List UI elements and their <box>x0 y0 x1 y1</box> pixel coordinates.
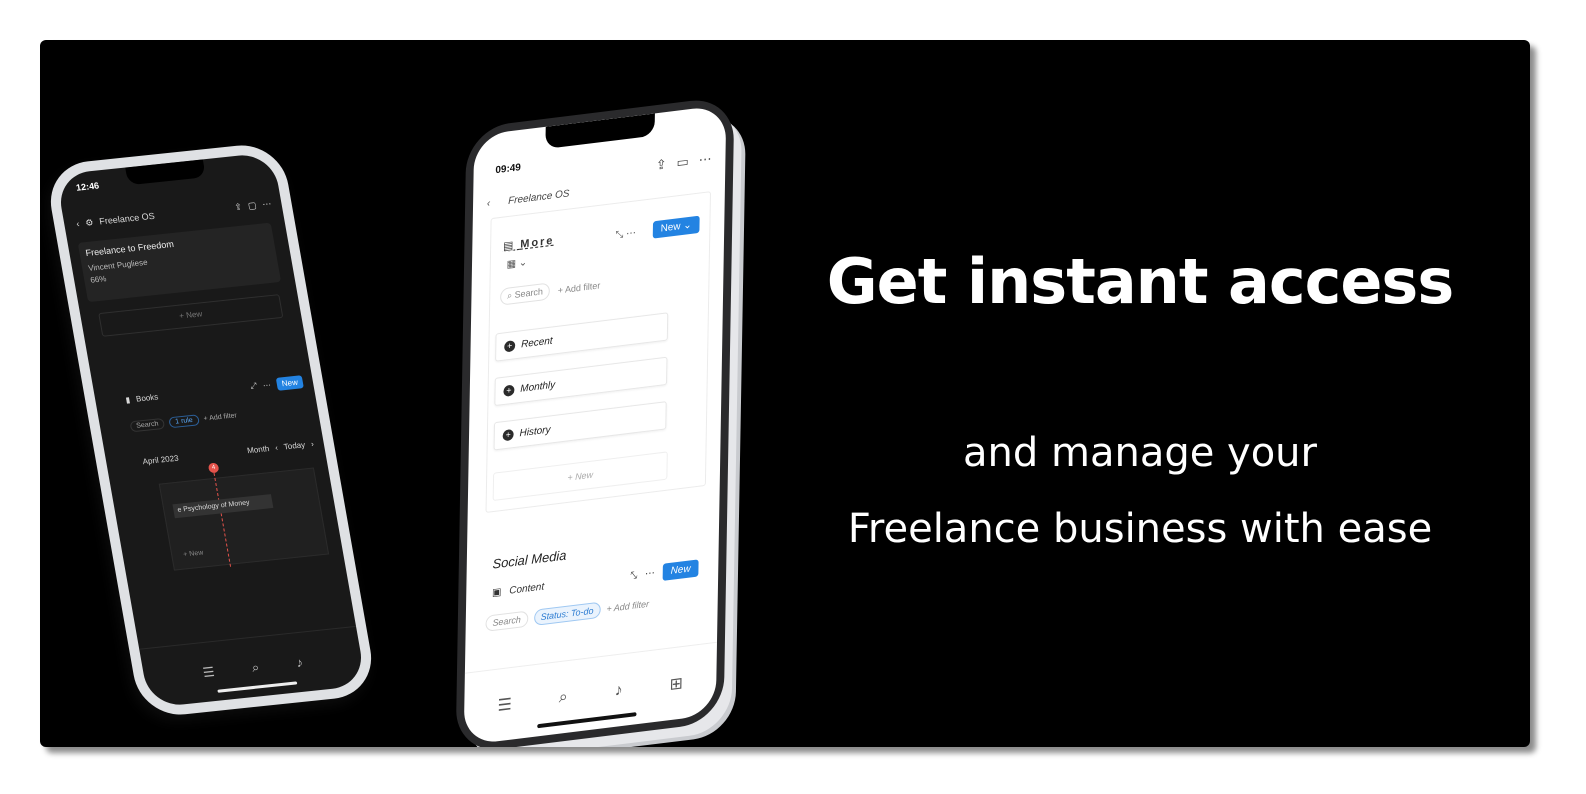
subheadline-line2: Freelance business with ease <box>847 506 1433 552</box>
filter-bar: ⌕ Search + Add filter <box>500 276 601 306</box>
list-item-label: History <box>519 423 551 439</box>
back-icon[interactable]: ‹ <box>487 198 491 210</box>
new-page-icon[interactable]: ⊞ <box>669 673 683 695</box>
add-filter[interactable]: + Add filter <box>558 280 601 295</box>
front-phone: 09:49 ⇪ ▭ ⋯ ‹ Freelance OS ▤ More ⤡ ⋯ Ne… <box>455 95 735 747</box>
back-phone-screen: 12:46 ‹ ⚙ Freelance OS ⇪ ▢ ⋯ Freelance t… <box>55 152 367 708</box>
db-name[interactable]: Content <box>509 581 544 596</box>
new-button[interactable]: New <box>662 559 699 581</box>
expand-icon[interactable]: ⤢ <box>250 381 258 392</box>
add-filter[interactable]: + Add filter <box>606 599 649 614</box>
list-item[interactable]: + Monthly <box>494 356 668 407</box>
status-time: 09:49 <box>495 162 521 177</box>
phone-notch <box>545 113 655 149</box>
tab-bar: ☰ ⌕ ♪ <box>139 625 367 708</box>
more-section: ▤ More ⤡ ⋯ New ⌄ ▦ ⌄ ⌕ Search + Add filt… <box>485 191 711 513</box>
month-switch[interactable]: Month <box>246 444 270 455</box>
view-selector[interactable]: ▦ ⌄ <box>507 257 528 271</box>
filter-bar: Search Status: To-do + Add filter <box>485 596 649 632</box>
calendar-header: April 2023 Month ‹ Today › <box>141 435 315 469</box>
plus-icon: + <box>503 384 515 397</box>
book-card[interactable]: Freelance to Freedom Vincent Pugliese 66… <box>77 222 282 303</box>
page-header: ‹ Freelance OS <box>487 188 570 209</box>
plus-icon: + <box>504 339 516 353</box>
next-icon[interactable]: › <box>310 439 314 448</box>
search-chip[interactable]: Search <box>129 417 166 432</box>
today-marker: 4 <box>207 462 220 474</box>
search-chip[interactable]: Search <box>485 610 528 632</box>
new-item-button[interactable]: + New <box>492 451 668 502</box>
bell-icon[interactable]: ♪ <box>295 655 304 670</box>
more-icon[interactable]: ⋯ <box>626 228 636 240</box>
rule-chip[interactable]: 1 rule <box>168 413 200 428</box>
comment-icon[interactable]: ▭ <box>676 154 688 172</box>
header-actions: ⇪ ▭ ⋯ <box>656 151 712 174</box>
section-tools: ⤡ ⋯ <box>615 228 636 242</box>
expand-icon[interactable]: ⤡ <box>615 229 623 241</box>
expand-icon[interactable]: ⤡ <box>629 570 637 582</box>
headline: Get instant access <box>826 245 1455 318</box>
phone-notch <box>125 159 206 186</box>
table-icon: ▣ <box>491 586 502 599</box>
promo-banner: 12:46 ‹ ⚙ Freelance OS ⇪ ▢ ⋯ Freelance t… <box>40 40 1530 747</box>
search-icon[interactable]: ⌕ <box>559 688 568 707</box>
new-button-label: New <box>660 221 681 235</box>
book-icon: ▮ <box>124 394 131 405</box>
new-button[interactable]: New ⌄ <box>652 215 700 239</box>
db-name[interactable]: Books <box>135 392 159 403</box>
doc-icon: ▤ <box>502 238 521 253</box>
chevron-down-icon: ⌄ <box>518 257 528 270</box>
plus-icon: + <box>502 428 514 441</box>
add-filter[interactable]: + Add filter <box>203 412 237 422</box>
share-icon[interactable]: ⇪ <box>656 156 667 173</box>
more-icon[interactable]: ⋯ <box>699 151 712 169</box>
section-title: ▤ More <box>503 234 555 253</box>
new-item-button[interactable]: + New <box>98 294 284 337</box>
section-title-text: More <box>520 234 555 251</box>
section-heading: Social Media <box>492 547 567 572</box>
list-icon[interactable]: ☰ <box>497 694 512 716</box>
calendar-month: April 2023 <box>141 453 180 466</box>
more-icon[interactable]: ⋯ <box>262 380 272 390</box>
list-item-label: Recent <box>521 334 553 350</box>
back-phone: 12:46 ‹ ⚙ Freelance OS ⇪ ▢ ⋯ Freelance t… <box>43 141 379 719</box>
tab-bar: ☰ ⌕ ♪ ⊞ <box>463 641 717 746</box>
status-filter-chip[interactable]: Status: To-do <box>533 601 601 626</box>
page-title: Freelance OS <box>508 188 570 207</box>
list-item[interactable]: + History <box>493 401 667 451</box>
more-icon[interactable]: ⋯ <box>645 568 655 580</box>
search-icon[interactable]: ⌕ <box>250 659 260 676</box>
prev-icon[interactable]: ‹ <box>274 443 278 452</box>
share-icon[interactable]: ⇪ <box>234 201 243 213</box>
page-title: Freelance OS <box>98 210 156 227</box>
search-label: Search <box>514 286 544 300</box>
more-icon[interactable]: ⋯ <box>261 198 272 210</box>
list-item[interactable]: + Recent <box>495 312 669 362</box>
chevron-down-icon[interactable]: ⌄ <box>683 220 692 232</box>
list-icon[interactable]: ☰ <box>201 664 215 681</box>
new-button[interactable]: New <box>275 374 304 391</box>
gear-icon: ⚙ <box>84 216 95 228</box>
bell-icon[interactable]: ♪ <box>615 681 623 700</box>
front-phone-screen: 09:49 ⇪ ▭ ⋯ ‹ Freelance OS ▤ More ⤡ ⋯ Ne… <box>463 104 727 746</box>
subheadline-line1: and manage your <box>963 430 1317 476</box>
status-time: 12:46 <box>75 180 100 193</box>
back-icon[interactable]: ‹ <box>76 219 81 229</box>
today-button[interactable]: Today <box>283 440 306 451</box>
search-chip[interactable]: ⌕ Search <box>500 282 551 306</box>
comment-icon[interactable]: ▢ <box>247 200 257 212</box>
list-item-label: Monthly <box>520 379 556 395</box>
grid-icon: ▦ <box>506 258 517 271</box>
